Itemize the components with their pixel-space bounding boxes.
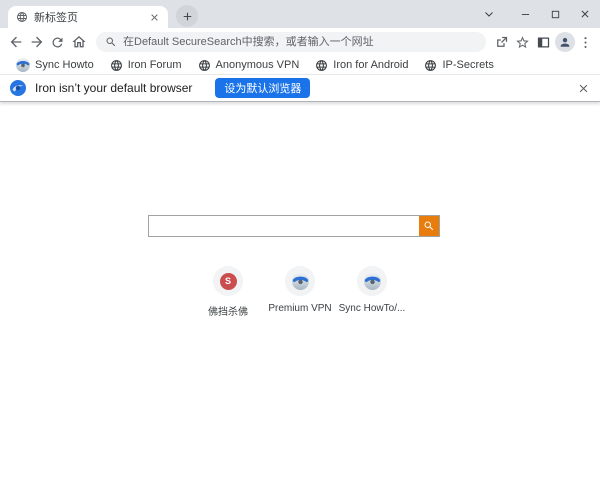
page-search-input[interactable] [149, 216, 419, 236]
home-icon [71, 34, 87, 50]
side-panel-icon [536, 35, 551, 50]
tile-label: Premium VPN [268, 303, 332, 314]
tab-favicon-globe-icon [16, 11, 28, 23]
tile-label: 佛挡杀佛 [208, 307, 248, 318]
tab-title: 新标签页 [34, 12, 78, 24]
bookmark-anonymous-vpn[interactable]: Anonymous VPN [190, 57, 308, 73]
bookmark-button[interactable] [512, 31, 533, 53]
share-button[interactable] [491, 31, 512, 53]
shortcut-tiles: S 佛挡杀佛 Premium VPN Sync HowTo/... [0, 266, 600, 318]
reload-button[interactable] [47, 31, 68, 53]
plus-icon [181, 10, 194, 23]
iron-sphere-icon [292, 273, 309, 290]
bookmark-iron-for-android[interactable]: Iron for Android [307, 57, 416, 73]
bookmark-label: Iron Forum [127, 59, 182, 71]
titlebar: 新标签页 [0, 0, 600, 28]
window-maximize-button[interactable] [540, 0, 570, 28]
back-arrow-icon [8, 34, 24, 50]
address-input[interactable] [123, 36, 477, 48]
page-search-button[interactable] [419, 216, 439, 236]
browser-tab[interactable]: 新标签页 [8, 6, 168, 28]
bookmark-label: Anonymous VPN [215, 59, 300, 71]
forward-arrow-icon [29, 34, 45, 50]
iron-sphere-icon [364, 273, 381, 290]
window-chevron-button[interactable] [474, 0, 504, 28]
globe-icon [198, 59, 211, 72]
bookmark-iron-forum[interactable]: Iron Forum [102, 57, 190, 73]
bookmarks-bar: Sync Howto Iron Forum Anonymous VPN Iron… [0, 56, 600, 74]
shortcut-tile-2[interactable]: Premium VPN [264, 266, 336, 318]
avatar [554, 32, 575, 52]
iron-logo-icon [10, 80, 26, 96]
bookmark-label: Iron for Android [333, 59, 409, 71]
new-tab-page: S 佛挡杀佛 Premium VPN Sync HowTo/... [0, 102, 600, 480]
globe-icon [424, 59, 437, 72]
bookmark-ip-secrets[interactable]: IP-Secrets [416, 57, 501, 73]
search-icon [423, 220, 435, 232]
globe-icon [315, 59, 328, 72]
home-button[interactable] [68, 31, 89, 53]
tile-label: Sync HowTo/... [338, 303, 406, 314]
window-controls [474, 0, 600, 28]
maximize-icon [550, 9, 561, 20]
shortcut-tile-3[interactable]: Sync HowTo/... [336, 266, 408, 318]
chevron-down-icon [483, 8, 495, 20]
default-browser-infobar: Iron isn’t your default browser 设为默认浏览器 [0, 74, 600, 102]
letter-avatar: S [219, 272, 237, 290]
shortcut-tile-1[interactable]: S 佛挡杀佛 [192, 266, 264, 318]
navigation-toolbar [0, 28, 600, 56]
minimize-icon [520, 9, 531, 20]
window-minimize-button[interactable] [510, 0, 540, 28]
bookmark-label: IP-Secrets [442, 59, 494, 71]
tile-circle: S [213, 266, 243, 296]
side-panel-button[interactable] [533, 31, 554, 53]
page-search-form [148, 215, 440, 237]
tab-close-icon[interactable] [149, 12, 160, 23]
reload-icon [50, 35, 65, 50]
set-default-browser-button[interactable]: 设为默认浏览器 [215, 78, 311, 98]
iron-sphere-icon [16, 58, 30, 72]
share-icon [494, 35, 509, 50]
globe-icon [110, 59, 123, 72]
tile-circle [285, 266, 315, 296]
bookmark-label: Sync Howto [35, 59, 94, 71]
window-close-button[interactable] [570, 0, 600, 28]
back-button[interactable] [5, 31, 26, 53]
bookmark-sync-howto[interactable]: Sync Howto [8, 57, 102, 73]
star-icon [515, 35, 530, 50]
close-icon [579, 8, 591, 20]
search-icon [105, 36, 117, 48]
profile-button[interactable] [554, 31, 575, 53]
infobar-close-icon[interactable] [577, 82, 590, 95]
three-dots-icon [578, 35, 593, 50]
infobar-message: Iron isn’t your default browser [35, 81, 193, 95]
forward-button[interactable] [26, 31, 47, 53]
address-bar[interactable] [96, 32, 486, 52]
new-tab-button[interactable] [176, 5, 198, 27]
tile-circle [357, 266, 387, 296]
menu-button[interactable] [575, 31, 596, 53]
